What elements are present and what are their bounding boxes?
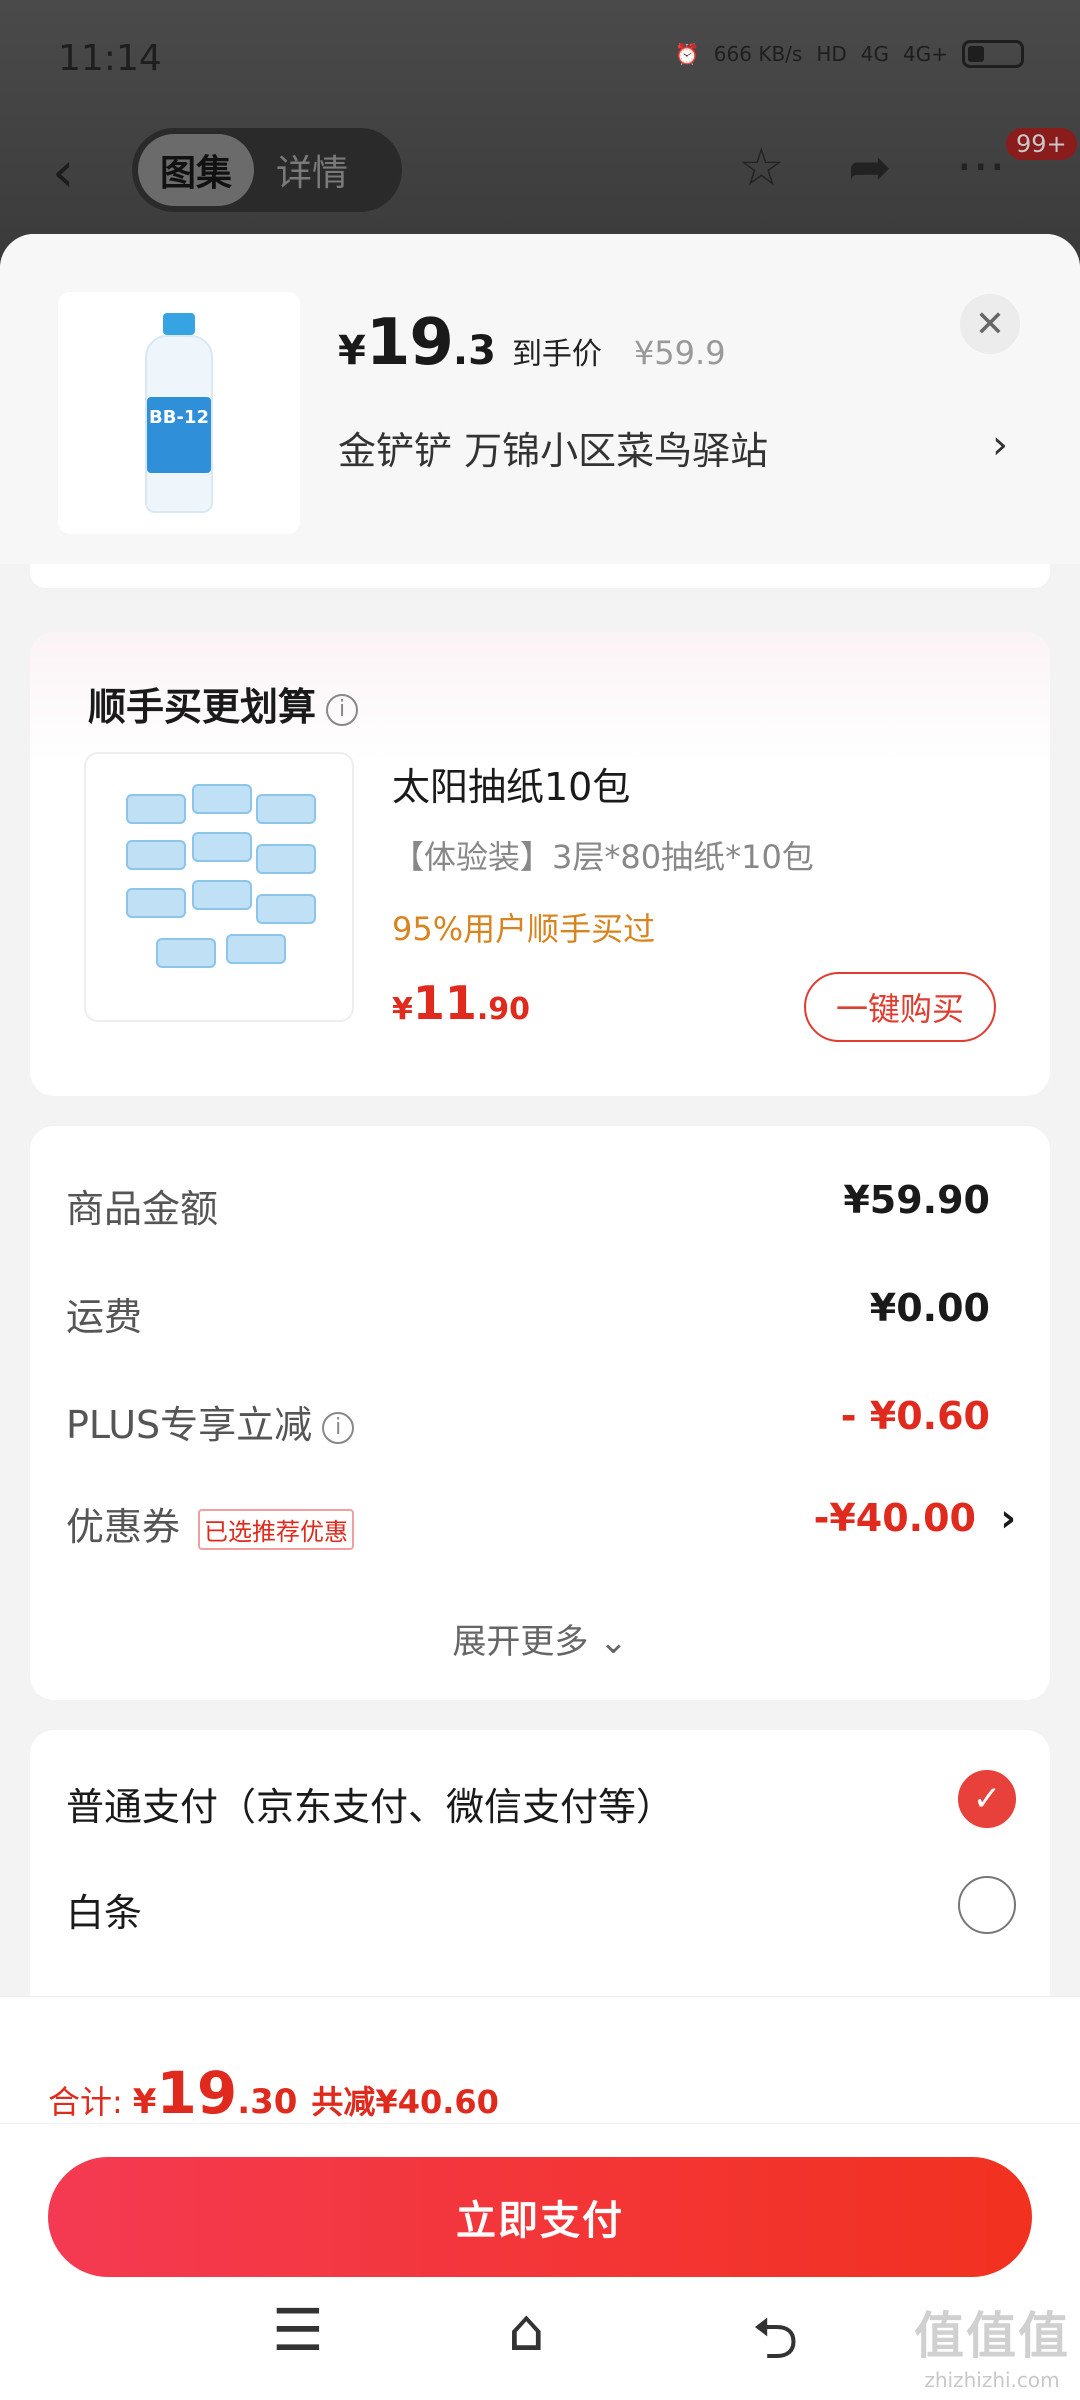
price-currency: ¥ — [338, 328, 366, 374]
coupon-tag: 已选推荐优惠 — [198, 1509, 355, 1550]
info-icon[interactable]: i — [322, 1411, 355, 1444]
summary-label: 商品金额 — [66, 1187, 219, 1231]
one-click-buy-button[interactable]: 一键购买 — [804, 972, 996, 1042]
tab-details[interactable]: 详情 — [254, 134, 370, 206]
summary-label: 运费 — [66, 1295, 143, 1339]
chevron-right-icon[interactable]: › — [992, 422, 1008, 468]
pay-now-button[interactable]: 立即支付 — [48, 2157, 1032, 2277]
summary-value: ¥59.90 — [843, 1178, 990, 1222]
info-icon[interactable]: i — [326, 693, 359, 726]
bottle-label: BB-12 — [147, 397, 211, 473]
hd-icon: HD — [816, 42, 847, 66]
back-icon[interactable]: ⮌ — [752, 2296, 798, 2395]
radio-unchecked-icon[interactable] — [958, 1876, 1016, 1934]
more-badge: 99+ — [1006, 128, 1077, 160]
expand-more-button[interactable]: 展开更多 ⌄ — [30, 1614, 1050, 1663]
summary-label: 优惠券 已选推荐优惠 — [66, 1496, 355, 1551]
net-speed: 666 KB/s — [713, 42, 803, 66]
battery-icon — [962, 40, 1024, 68]
total-decimal: .30 — [237, 2082, 298, 2122]
alarm-icon: ⏰ — [674, 42, 700, 66]
product-image: BB-12 — [58, 292, 300, 534]
upsell-price-currency: ¥ — [392, 992, 413, 1027]
summary-value: ¥0.00 — [869, 1286, 990, 1330]
star-icon[interactable]: ☆ — [738, 138, 785, 198]
upsell-title: 顺手买更划算 i — [88, 676, 359, 731]
status-icons: ⏰ 666 KB/s HD 4G 4G+ — [675, 40, 1024, 68]
price-summary-card: 商品金额 ¥59.90 运费 ¥0.00 PLUS专享立减 i - ¥0.60 优… — [30, 1126, 1050, 1700]
home-icon[interactable]: ⌂ — [508, 2296, 545, 2364]
signal-a: 4G — [860, 42, 890, 66]
upsell-title-text: 顺手买更划算 — [88, 685, 317, 729]
product-header: BB-12 ¥ 19 .3 到手价 ¥59.9 ✕ 金铲铲 万锦小区菜鸟驿站 › — [0, 234, 1080, 564]
original-price: ¥59.9 — [633, 334, 726, 372]
price-tag: 到手价 — [511, 337, 602, 372]
status-bar: 11:14 ⏰ 666 KB/s HD 4G 4G+ — [0, 0, 1080, 120]
upsell-product-name[interactable]: 太阳抽纸10包 — [392, 756, 630, 811]
signal-b: 4G+ — [903, 42, 948, 66]
total-amount: 合计: ¥ 19 .30 共减¥40.60 — [48, 2059, 499, 2127]
summary-label: PLUS专享立减 i — [66, 1394, 355, 1449]
menu-icon[interactable]: ☰ — [272, 2296, 324, 2364]
status-time: 11:14 — [58, 38, 162, 79]
close-icon: ✕ — [974, 303, 1006, 345]
chevron-right-icon[interactable]: › — [1000, 1496, 1016, 1540]
upsell-card: 顺手买更划算 i 太阳抽纸10包 【体验装】3层*80抽纸*10包 95%用户顺手… — [30, 632, 1050, 1096]
view-tabs: 图集 详情 — [132, 128, 402, 212]
summary-value: -¥40.00 — [813, 1496, 976, 1540]
final-price: ¥ 19 .3 到手价 ¥59.9 — [338, 306, 726, 380]
plus-label-text: PLUS专享立减 — [66, 1403, 313, 1447]
tab-gallery[interactable]: 图集 — [138, 134, 255, 206]
upsell-price-decimal: .90 — [476, 992, 531, 1027]
delivery-address[interactable]: 金铲铲 万锦小区菜鸟驿站 — [338, 420, 768, 475]
payment-option-normal[interactable]: 普通支付（京东支付、微信支付等） ✓ — [66, 1770, 1016, 1831]
price-decimal: .3 — [452, 328, 496, 374]
radio-checked-icon[interactable]: ✓ — [958, 1770, 1016, 1828]
upsell-product-spec: 【体验装】3层*80抽纸*10包 — [392, 838, 814, 876]
close-button[interactable]: ✕ — [960, 294, 1020, 354]
coupon-label-text: 优惠券 — [66, 1505, 181, 1549]
upsell-price-integer: 11 — [412, 976, 477, 1030]
tissue-image[interactable] — [84, 752, 354, 1022]
total-currency: ¥ — [132, 2082, 157, 2122]
checkout-sheet: BB-12 ¥ 19 .3 到手价 ¥59.9 ✕ 金铲铲 万锦小区菜鸟驿站 ›… — [0, 234, 1080, 2400]
upsell-price: ¥ 11 .90 — [392, 976, 530, 1030]
price-integer: 19 — [365, 306, 454, 380]
footer-divider — [0, 2123, 1080, 2124]
payment-option-baitiao[interactable]: 白条 — [66, 1876, 1016, 1937]
watermark-logo: 值值值 — [914, 2307, 1070, 2365]
payment-option-label: 普通支付（京东支付、微信支付等） — [66, 1785, 675, 1829]
total-saved: 共减¥40.60 — [311, 2083, 499, 2121]
total-integer: 19 — [156, 2059, 238, 2127]
back-arrow-icon[interactable]: ‹ — [52, 140, 74, 205]
share-icon[interactable]: ➦ — [848, 138, 892, 198]
system-nav-bar: ☰ ⌂ ⮌ 值值值 zhizhizhi.com — [0, 2280, 1080, 2400]
more-icon[interactable]: ··· — [956, 138, 1006, 198]
bottle-image: BB-12 — [141, 313, 217, 513]
upsell-hint: 95%用户顺手买过 — [392, 910, 656, 948]
total-label: 合计: — [48, 2083, 123, 2121]
watermark: 值值值 zhizhizhi.com — [914, 2296, 1070, 2392]
watermark-url: zhizhizhi.com — [924, 2368, 1060, 2392]
header-divider-strip — [30, 564, 1050, 588]
summary-value: - ¥0.60 — [840, 1394, 990, 1438]
payment-option-label: 白条 — [66, 1891, 143, 1935]
